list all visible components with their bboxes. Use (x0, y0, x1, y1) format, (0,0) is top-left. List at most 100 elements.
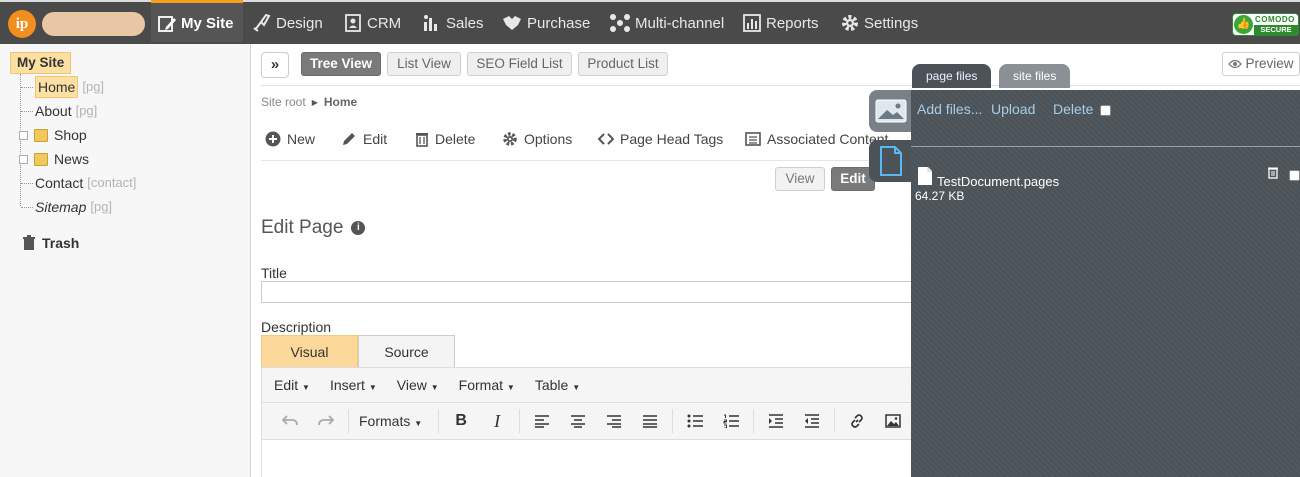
tree-dash (21, 110, 33, 112)
nav-multi-channel[interactable]: Multi-channel (609, 2, 724, 44)
italic-icon[interactable]: I (479, 411, 515, 432)
delete-link-label: Delete (1053, 101, 1094, 117)
tree-item-trash[interactable]: Trash (22, 235, 79, 251)
title-input[interactable] (261, 281, 961, 303)
folder-icon (34, 152, 48, 166)
tree-item-shop[interactable]: Shop (19, 125, 87, 145)
delete-button[interactable]: Delete (415, 130, 475, 148)
tree-item-tag: [pg] (75, 103, 98, 118)
action-label: Edit (363, 131, 388, 147)
tab-seo-field-list[interactable]: SEO Field List (467, 52, 572, 76)
align-justify-icon[interactable] (632, 414, 668, 428)
delete-selected[interactable]: Delete (1053, 101, 1112, 117)
align-right-icon[interactable] (596, 414, 632, 428)
link-icon[interactable] (839, 413, 875, 429)
tree-item-contact[interactable]: Contact [contact] (21, 173, 136, 193)
options-button[interactable]: Options (502, 130, 572, 148)
editor-content-area[interactable] (261, 440, 961, 477)
bold-icon[interactable]: B (443, 412, 479, 430)
page-head-tags-button[interactable]: Page Head Tags (598, 130, 723, 148)
preview-button[interactable]: Preview (1222, 52, 1300, 76)
expand-sidebar-button[interactable]: » (261, 52, 289, 78)
editor-format-toolbar: Formats ▼ B I (261, 403, 961, 440)
associated-content-button[interactable]: Associated Content (745, 130, 888, 148)
formats-dropdown[interactable]: Formats ▼ (359, 413, 422, 429)
menu-table[interactable]: Table ▼ (535, 377, 580, 393)
tree-item-label: News (54, 151, 90, 167)
menu-format[interactable]: Format ▼ (459, 377, 515, 393)
file-trash-icon[interactable] (1267, 166, 1279, 182)
gear-icon (503, 132, 517, 146)
select-all-checkbox[interactable] (1100, 104, 1112, 116)
title-label: Title (261, 265, 287, 281)
expand-toggle[interactable] (19, 154, 28, 164)
nav-design[interactable]: Design (252, 2, 323, 44)
indent-decrease-icon[interactable] (794, 414, 830, 428)
caret-down-icon: ▼ (302, 383, 310, 392)
nav-my-site[interactable]: My Site (151, 0, 243, 42)
tab-tree-view[interactable]: Tree View (301, 52, 381, 76)
view-mode-button[interactable]: View (775, 167, 825, 191)
app-logo[interactable]: ip (8, 10, 36, 38)
menu-view[interactable]: View ▼ (397, 377, 439, 393)
menu-insert[interactable]: Insert ▼ (330, 377, 377, 393)
nav-label: Multi-channel (635, 14, 725, 32)
tree-item-news[interactable]: News (19, 149, 90, 169)
nav-settings[interactable]: Settings (840, 2, 918, 44)
nav-purchase[interactable]: Purchase (501, 2, 590, 44)
action-label: New (287, 131, 316, 147)
tab-source[interactable]: Source (358, 335, 455, 367)
preview-label: Preview (1245, 56, 1294, 71)
tree-dash (21, 206, 33, 208)
nav-label: Reports (766, 14, 819, 32)
breadcrumb-root[interactable]: Site root (261, 95, 306, 109)
document-files-tab[interactable] (869, 140, 913, 182)
tab-page-files[interactable]: page files (912, 64, 992, 88)
info-icon[interactable]: i (351, 221, 366, 235)
bar-report-icon (743, 14, 761, 32)
plus-circle-icon (265, 131, 281, 147)
tree-root-my-site[interactable]: My Site (10, 52, 72, 74)
image-icon[interactable] (875, 414, 911, 428)
tab-visual[interactable]: Visual (261, 335, 358, 367)
add-files-link[interactable]: Add files... (917, 101, 982, 117)
caret-down-icon: ▼ (572, 383, 581, 392)
eye-icon (1228, 59, 1243, 69)
nav-crm[interactable]: CRM (343, 2, 401, 44)
tree-item-sitemap[interactable]: Sitemap [pg] (21, 197, 112, 217)
bullet-list-icon[interactable] (677, 414, 713, 428)
editor-tabs: Visual Source (261, 335, 455, 367)
file-checkbox[interactable] (1289, 170, 1300, 181)
site-name-pill[interactable] (42, 12, 145, 36)
edit-button[interactable]: Edit (341, 130, 387, 148)
menu-label: Insert (329, 377, 365, 393)
toolbar-separator (672, 409, 674, 433)
file-name[interactable]: TestDocument.pages (937, 174, 1059, 189)
tab-list-view[interactable]: List View (387, 52, 461, 76)
upload-link[interactable]: Upload (991, 101, 1035, 117)
image-files-tab[interactable] (869, 90, 913, 132)
new-button[interactable]: New (265, 130, 315, 148)
tab-site-files[interactable]: site files (999, 64, 1071, 88)
comodo-secure-badge[interactable]: 👍 COMODO SECURE (1232, 13, 1299, 36)
trash-label: Trash (42, 235, 80, 251)
numbered-list-icon[interactable] (713, 414, 749, 428)
expand-toggle[interactable] (19, 130, 28, 140)
gear-icon (842, 15, 858, 31)
align-left-icon[interactable] (524, 414, 560, 428)
undo-icon[interactable] (272, 414, 308, 428)
tree-item-about[interactable]: About [pg] (21, 101, 97, 121)
nav-reports[interactable]: Reports (742, 2, 819, 44)
indent-increase-icon[interactable] (758, 414, 794, 428)
description-label: Description (261, 319, 332, 335)
align-center-icon[interactable] (560, 414, 596, 428)
file-size: 64.27 KB (915, 189, 965, 203)
tree-item-home[interactable]: Home [pg] (21, 76, 104, 98)
menu-edit[interactable]: Edit ▼ (274, 377, 310, 393)
redo-icon[interactable] (308, 414, 344, 428)
thumbs-up-icon: 👍 (1234, 15, 1253, 34)
tab-product-list[interactable]: Product List (578, 52, 668, 76)
nav-sales[interactable]: Sales (422, 2, 484, 44)
brush-icon (253, 13, 271, 32)
caret-down-icon: ▼ (430, 383, 439, 392)
